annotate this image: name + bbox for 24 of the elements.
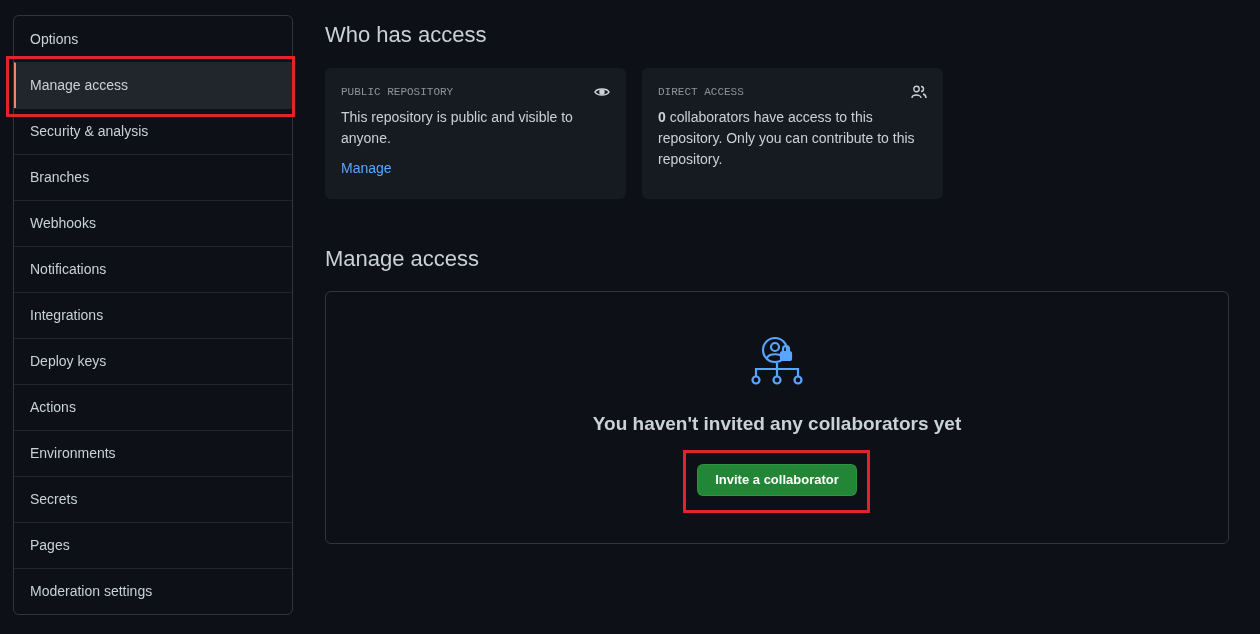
people-icon [911, 84, 927, 101]
section-title: Manage access [325, 245, 481, 273]
sidebar-item[interactable]: Deploy keys [14, 338, 292, 384]
empty-state-message: You haven't invited any collaborators yet [592, 412, 962, 436]
card-text: This repository is public and visible to anyone. [341, 107, 574, 148]
sidebar-item[interactable]: Manage access [14, 62, 292, 108]
sidebar-item[interactable]: Webhooks [14, 200, 292, 246]
sidebar-item[interactable]: Options [14, 16, 292, 62]
sidebar-item[interactable]: Actions [14, 384, 292, 430]
sidebar-item[interactable]: Secrets [14, 476, 292, 522]
card-heading: PUBLIC REPOSITORY [341, 85, 454, 100]
card-heading: DIRECT ACCESS [658, 85, 744, 100]
sidebar-item[interactable]: Integrations [14, 292, 292, 338]
card-text: 0 collaborators have access to this repository. Only you can contribute to this repository. [658, 107, 916, 169]
manage-link[interactable]: Manage [341, 157, 392, 179]
sidebar-item[interactable]: Branches [14, 154, 292, 200]
sidebar-item[interactable]: Moderation settings [14, 568, 292, 614]
sidebar-item[interactable]: Notifications [14, 246, 292, 292]
sidebar-item[interactable]: Security & analysis [14, 108, 292, 154]
section-title: Who has access [325, 21, 488, 49]
sidebar-item[interactable]: Pages [14, 522, 292, 568]
sidebar-item[interactable]: Environments [14, 430, 292, 476]
invite-collaborator-button[interactable]: Invite a collaborator [697, 463, 857, 496]
collaborator-access-icon [751, 334, 803, 386]
